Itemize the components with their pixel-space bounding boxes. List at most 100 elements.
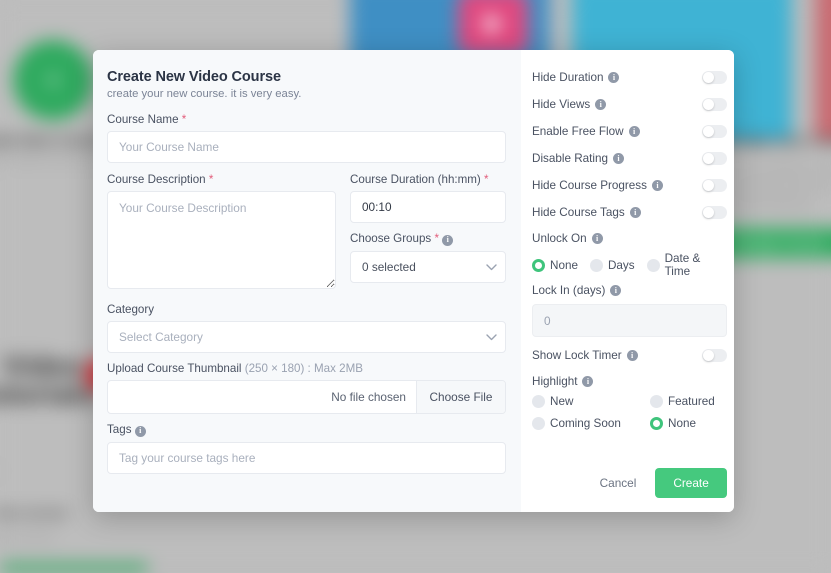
cancel-button[interactable]: Cancel — [587, 468, 650, 498]
toggle-row-enable-free-flow: Enable Free Flow i — [532, 118, 727, 145]
disable-rating-label: Disable Rating i — [532, 152, 702, 165]
lock-in-days-input[interactable] — [532, 304, 727, 337]
thumbnail-label: Upload Course Thumbnail (250 × 180) : Ma… — [107, 362, 506, 375]
modal-subtitle: create your new course. it is very easy. — [107, 88, 302, 100]
hide-views-toggle[interactable] — [701, 98, 727, 111]
create-course-modal: Create New Video Course create your new … — [93, 50, 734, 512]
course-duration-input[interactable] — [350, 191, 506, 223]
toggle-knob — [702, 207, 714, 218]
course-name-required-marker: * — [181, 113, 187, 126]
choose-file-button[interactable]: Choose File — [416, 381, 505, 413]
unlock-on-option-days-label: Days — [607, 258, 635, 272]
bg-video-caption-small: _____ — [0, 463, 13, 472]
tags-label: Tags i — [107, 423, 506, 437]
choose-groups-select[interactable]: 0 selected — [350, 250, 506, 283]
create-button[interactable]: Create — [655, 468, 727, 498]
toggle-row-hide-views: Hide Views i — [532, 91, 727, 118]
modal-right-pane: Hide Duration i Hide Views i Enable Free… — [521, 50, 734, 512]
course-name-label: Course Name * — [107, 113, 506, 126]
course-description-label-text: Course Description — [107, 173, 206, 186]
enable-free-flow-toggle[interactable] — [701, 125, 727, 138]
thumbnail-label-text: Upload Course Thumbnail — [107, 362, 242, 375]
lock-in-info-icon: i — [610, 285, 622, 296]
course-description-column: Course Description * — [107, 173, 336, 294]
course-description-textarea[interactable] — [107, 191, 336, 289]
choose-groups-required-marker: * — [434, 232, 439, 245]
bg-video-caption: Video tutorials — [0, 508, 69, 520]
modal-action-buttons: Cancel Create — [587, 468, 727, 498]
unlock-on-option-days[interactable]: Days — [589, 258, 635, 272]
bg-video-subcaption: Browse tutorials — [0, 532, 55, 542]
highlight-label: Highlight i — [532, 375, 727, 388]
bg-play-triangle — [486, 13, 502, 35]
enable-free-flow-info-icon: i — [628, 126, 640, 137]
hide-views-label: Hide Views i — [532, 98, 702, 111]
hide-course-progress-info-icon: i — [651, 180, 663, 191]
unlock-on-info-icon: i — [591, 233, 603, 244]
highlight-option-coming-soon-label: Coming Soon — [550, 417, 621, 430]
highlight-option-none-label: None — [668, 417, 696, 430]
toggle-row-disable-rating: Disable Rating i — [532, 145, 727, 172]
course-description-required-marker: * — [208, 173, 214, 186]
toggle-knob — [702, 153, 714, 164]
unlock-on-option-date-time[interactable]: Date & Time — [646, 252, 727, 278]
bg-subtext-left: Steps to create a new course — [0, 155, 102, 166]
category-select[interactable]: Select Category — [107, 321, 506, 353]
toggle-row-hide-course-tags: Hide Course Tags i — [532, 199, 727, 226]
disable-rating-label-text: Disable Rating — [532, 152, 609, 165]
bg-video-title-2: Tutorials — [0, 378, 97, 411]
choose-groups-label: Choose Groups * i — [350, 232, 506, 246]
course-name-label-text: Course Name — [107, 113, 179, 126]
choose-groups-select-wrap: 0 selected — [350, 250, 506, 283]
bg-card-red — [815, 0, 831, 140]
bg-circle-dot — [49, 76, 57, 84]
toggle-knob — [702, 180, 714, 191]
highlight-option-featured[interactable]: Featured — [650, 395, 715, 408]
highlight-option-none[interactable]: None — [650, 417, 715, 430]
course-duration-column: Course Duration (hh:mm) * Choose Groups … — [350, 173, 506, 294]
radio-unselected-icon — [532, 395, 545, 408]
course-name-input[interactable] — [107, 131, 506, 163]
disable-rating-toggle[interactable] — [701, 152, 727, 165]
unlock-on-option-none[interactable]: None — [532, 258, 578, 272]
choose-groups-label-text: Choose Groups — [350, 232, 432, 245]
thumbnail-file-row: No file chosen Choose File — [107, 380, 506, 414]
enable-free-flow-label: Enable Free Flow i — [532, 125, 702, 138]
bg-right-body-1: Here, you will able to see all — [718, 163, 831, 174]
bg-headline-left: Create New Course — [0, 132, 108, 149]
unlock-on-label: Unlock On i — [532, 232, 727, 245]
hide-duration-toggle[interactable] — [701, 71, 727, 84]
radio-unselected-icon — [589, 258, 603, 272]
highlight-option-coming-soon[interactable]: Coming Soon — [532, 417, 638, 430]
radio-unselected-icon — [646, 258, 660, 272]
category-label: Category — [107, 303, 506, 316]
highlight-option-new[interactable]: New — [532, 395, 638, 408]
course-duration-required-marker: * — [484, 173, 489, 186]
hide-course-progress-toggle[interactable] — [701, 179, 727, 192]
highlight-radio-group: New Featured Coming Soon None — [532, 395, 727, 430]
thumbnail-hint: (250 × 180) : Max 2MB — [244, 362, 363, 375]
lock-in-label: Lock In (days) i — [532, 284, 727, 297]
unlock-on-option-date-time-label: Date & Time — [664, 252, 701, 278]
toggle-row-show-lock-timer: Show Lock Timer i — [532, 342, 727, 369]
unlock-on-label-text: Unlock On — [532, 232, 587, 245]
toggle-row-hide-course-progress: Hide Course Progress i — [532, 172, 727, 199]
disable-rating-info-icon: i — [613, 153, 625, 164]
hide-views-label-text: Hide Views — [532, 98, 591, 111]
hide-course-tags-label: Hide Course Tags i — [532, 206, 702, 219]
show-lock-timer-toggle[interactable] — [701, 349, 727, 362]
toggle-knob — [702, 350, 714, 361]
bg-bottom-green-bar — [0, 563, 148, 573]
unlock-on-radio-group: None Days Date & Time — [532, 252, 727, 278]
highlight-info-icon: i — [582, 376, 594, 387]
tags-input[interactable] — [107, 441, 506, 474]
toggle-knob — [702, 126, 714, 137]
toggle-knob — [702, 72, 714, 83]
hide-duration-label: Hide Duration i — [532, 71, 702, 84]
category-label-text: Category — [107, 303, 155, 316]
hide-course-tags-toggle[interactable] — [701, 206, 727, 219]
highlight-label-text: Highlight — [532, 375, 578, 388]
hide-course-progress-label-text: Hide Course Progress — [532, 179, 647, 192]
bg-right-body-2: your Manage courses and — [718, 181, 831, 192]
show-lock-timer-label: Show Lock Timer i — [532, 349, 702, 362]
